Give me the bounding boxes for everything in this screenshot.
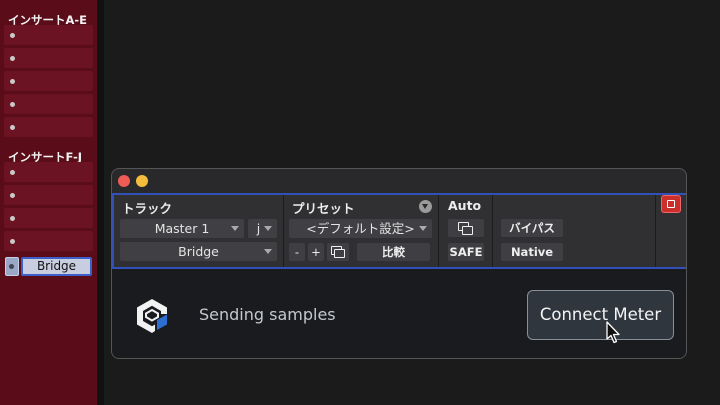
chevron-down-icon [264, 226, 272, 231]
track-channel-selector[interactable]: j [248, 219, 277, 238]
track-name: Master 1 [154, 221, 210, 236]
slot-dot-icon [10, 79, 15, 84]
insert-slot-h[interactable] [4, 208, 93, 228]
insert-slot-e[interactable] [4, 117, 93, 137]
insert-slot-f[interactable] [4, 162, 93, 182]
connect-meter-button[interactable]: Connect Meter [527, 290, 674, 340]
window-icon [462, 226, 473, 235]
plugin-header: トラック プリセット Auto Master 1 j Bridge <デフォルト… [112, 193, 686, 269]
close-window-icon[interactable] [118, 175, 130, 187]
chevron-down-icon [419, 226, 427, 231]
insert-slot-a[interactable] [4, 25, 93, 45]
status-text: Sending samples [199, 305, 336, 324]
inserts-panel: インサートA-E インサートF-J Bridge [0, 0, 98, 405]
minimize-window-icon[interactable] [136, 175, 148, 187]
insert-name: Bridge [178, 244, 219, 259]
column-divider [492, 195, 493, 267]
native-button[interactable]: Native [501, 243, 563, 261]
compare-button[interactable]: 比較 [357, 243, 430, 261]
safe-button[interactable]: SAFE [448, 243, 484, 261]
insert-slot-c[interactable] [4, 71, 93, 91]
chevron-down-icon [264, 249, 272, 254]
insert-slot-d[interactable] [4, 94, 93, 114]
preset-name: <デフォルト設定> [306, 221, 415, 236]
automation-window-button[interactable] [448, 219, 484, 237]
track-label: トラック [122, 201, 173, 216]
bypass-button[interactable]: バイパス [501, 219, 563, 237]
insert-slot-j-toggle[interactable] [5, 257, 19, 276]
brand-logo-icon [137, 299, 167, 333]
insert-slot-j[interactable]: Bridge [21, 257, 92, 276]
insert-selector[interactable]: Bridge [120, 242, 277, 261]
slot-dot-icon [10, 170, 15, 175]
preset-selector[interactable]: <デフォルト設定> [289, 219, 432, 238]
slot-dot-icon [10, 56, 15, 61]
preset-label: プリセット [292, 201, 355, 216]
copy-icon [334, 249, 345, 258]
column-divider [655, 195, 656, 267]
slot-dot-icon [10, 216, 15, 221]
track-channel: j [256, 221, 261, 236]
insert-slot-g[interactable] [4, 185, 93, 205]
track-selector[interactable]: Master 1 [120, 219, 244, 238]
plugin-body: Sending samples Connect Meter [112, 269, 686, 358]
slot-dot-icon [10, 239, 15, 244]
insert-slot-i[interactable] [4, 231, 93, 251]
slot-dot-icon [10, 193, 15, 198]
panel-divider [98, 0, 104, 405]
column-divider [283, 195, 284, 267]
next-preset-button[interactable]: + [308, 243, 324, 261]
insert-slot-b[interactable] [4, 48, 93, 68]
chevron-down-icon [231, 226, 239, 231]
auto-label: Auto [448, 198, 482, 213]
slot-dot-icon [10, 33, 15, 38]
slot-dot-icon [9, 264, 14, 269]
slot-dot-icon [10, 102, 15, 107]
mouse-cursor-icon [606, 321, 620, 344]
slot-dot-icon [10, 125, 15, 130]
column-divider [438, 195, 439, 267]
plugin-window: トラック プリセット Auto Master 1 j Bridge <デフォルト… [111, 168, 687, 359]
previous-preset-button[interactable]: - [289, 243, 305, 261]
preset-menu-icon[interactable] [419, 200, 432, 213]
copy-settings-button[interactable] [327, 243, 349, 261]
close-plugin-icon[interactable] [661, 195, 681, 213]
